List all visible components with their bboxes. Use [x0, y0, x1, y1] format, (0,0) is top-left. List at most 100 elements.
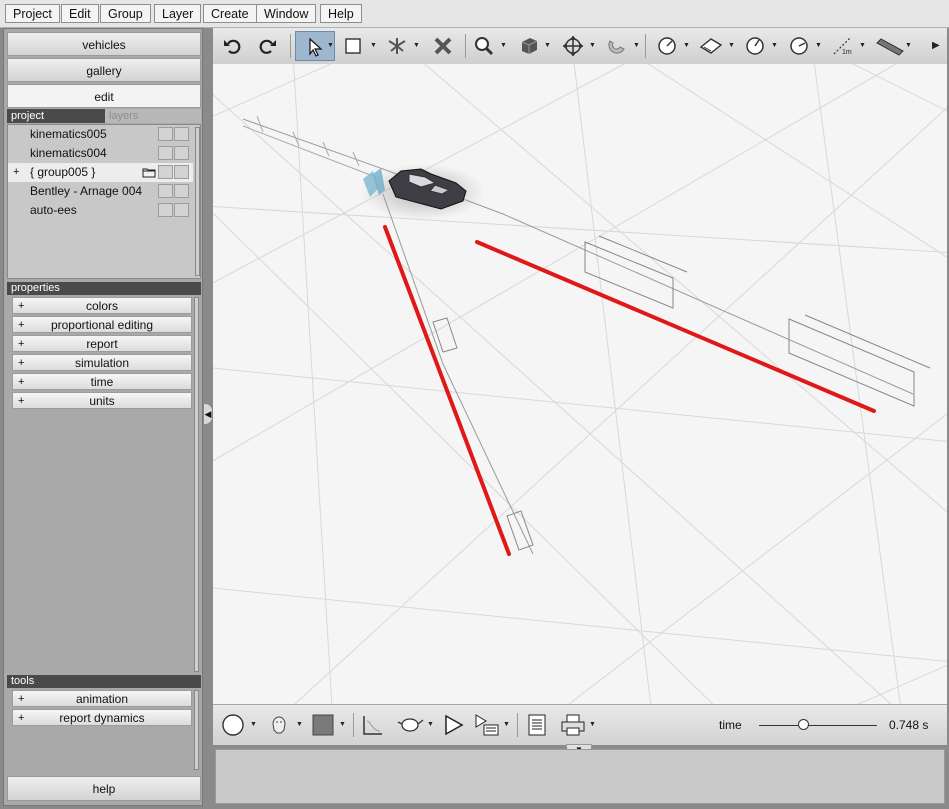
item-label: { group005 }: [30, 165, 96, 179]
tools-scrollbar[interactable]: [194, 690, 199, 770]
lock-cell[interactable]: [174, 146, 189, 160]
units-button[interactable]: + units: [12, 392, 192, 409]
list-item[interactable]: kinematics005: [8, 125, 193, 144]
plus-icon: +: [18, 319, 25, 331]
time-slider-track[interactable]: [759, 725, 877, 726]
chevron-down-icon[interactable]: ▼: [728, 31, 736, 61]
help-button[interactable]: help: [7, 776, 201, 801]
menu-window[interactable]: Window: [256, 4, 317, 23]
head-icon[interactable]: [265, 710, 293, 740]
toolbar-divider: [465, 34, 466, 58]
redo-icon[interactable]: [254, 31, 282, 61]
menu-help[interactable]: Help: [320, 4, 362, 23]
move-icon[interactable]: [559, 31, 587, 61]
tab-project[interactable]: project: [7, 109, 105, 123]
chevron-down-icon[interactable]: ▼: [589, 710, 597, 740]
project-scrollbar[interactable]: [195, 127, 200, 276]
chevron-down-icon[interactable]: ▼: [589, 31, 597, 61]
prop-label: time: [90, 375, 114, 389]
3d-viewport[interactable]: [213, 64, 947, 704]
car-model[interactable]: [361, 164, 485, 220]
item-label: auto-ees: [30, 203, 77, 217]
angle2-icon[interactable]: [785, 31, 813, 61]
circle-icon[interactable]: [219, 710, 247, 740]
chevron-down-icon[interactable]: ▼: [427, 710, 435, 740]
lock-cell[interactable]: [174, 203, 189, 217]
color-swatch-icon[interactable]: [309, 710, 337, 740]
lock-cell[interactable]: [174, 184, 189, 198]
chevron-down-icon[interactable]: ▼: [250, 710, 258, 740]
list-item[interactable]: kinematics004: [8, 144, 193, 163]
play-icon[interactable]: [439, 710, 467, 740]
ruler-icon[interactable]: [873, 31, 907, 61]
proportional-editing-button[interactable]: + proportional editing: [12, 316, 192, 333]
rectangle-icon[interactable]: [339, 31, 367, 61]
visibility-cell[interactable]: [158, 127, 173, 141]
chevron-down-icon[interactable]: ▼: [683, 31, 691, 61]
item-label: kinematics004: [30, 146, 107, 160]
visibility-cell[interactable]: [158, 146, 173, 160]
chevron-down-icon[interactable]: ▼: [296, 710, 304, 740]
plus-icon: +: [18, 693, 25, 705]
chevron-down-icon[interactable]: ▼: [500, 31, 508, 61]
measure-circle-icon[interactable]: [653, 31, 681, 61]
visibility-cell[interactable]: [158, 203, 173, 217]
menu-create[interactable]: Create: [203, 4, 257, 23]
chevron-down-icon[interactable]: ▼: [815, 31, 823, 61]
trajectory-guides: [242, 115, 914, 555]
chevron-down-icon[interactable]: ▼: [503, 710, 511, 740]
teapot-icon[interactable]: [393, 710, 427, 740]
distance-1m-icon[interactable]: 1m: [829, 31, 857, 61]
transform-icon[interactable]: [383, 31, 411, 61]
chevron-down-icon[interactable]: ▼: [905, 31, 913, 61]
graph-icon[interactable]: [359, 710, 387, 740]
animation-button[interactable]: + animation: [12, 690, 192, 707]
menu-layer[interactable]: Layer: [154, 4, 202, 23]
menu-edit[interactable]: Edit: [61, 4, 99, 23]
collapse-panel-handle[interactable]: ◀: [203, 403, 213, 425]
cube-view-icon[interactable]: [515, 31, 543, 61]
simulation-button[interactable]: + simulation: [12, 354, 192, 371]
tab-layers[interactable]: layers: [105, 109, 201, 123]
magnet-icon[interactable]: [604, 31, 632, 61]
edit-button[interactable]: edit: [7, 84, 201, 108]
expand-toggle[interactable]: +: [13, 163, 23, 182]
lock-cell[interactable]: [174, 127, 189, 141]
play-list-icon[interactable]: [473, 710, 501, 740]
time-button[interactable]: + time: [12, 373, 192, 390]
list-item[interactable]: Bentley - Arnage 004: [8, 182, 193, 201]
chevron-down-icon[interactable]: ▼: [633, 31, 641, 61]
list-item[interactable]: + { group005 }: [8, 163, 193, 182]
list-item[interactable]: auto-ees: [8, 201, 193, 220]
chevron-down-icon[interactable]: ▼: [413, 31, 421, 61]
lock-cell[interactable]: [174, 165, 189, 179]
undo-icon[interactable]: [218, 31, 246, 61]
report-page-icon[interactable]: [523, 710, 551, 740]
scene-canvas[interactable]: [213, 64, 947, 704]
time-slider-handle[interactable]: [798, 719, 810, 730]
properties-scrollbar[interactable]: [194, 297, 199, 672]
menu-project[interactable]: Project: [5, 4, 60, 23]
chevron-down-icon[interactable]: ▼: [771, 31, 779, 61]
report-button[interactable]: + report: [12, 335, 192, 352]
chevron-down-icon[interactable]: ▼: [370, 31, 378, 61]
chevron-down-icon[interactable]: ▼: [544, 31, 552, 61]
prop-label: simulation: [74, 356, 130, 370]
chevron-down-icon[interactable]: ▼: [327, 31, 335, 61]
visibility-cell[interactable]: [158, 184, 173, 198]
chevron-down-icon[interactable]: ▼: [339, 710, 347, 740]
plus-icon: +: [18, 338, 25, 350]
surface-icon[interactable]: [697, 31, 725, 61]
report-dynamics-button[interactable]: + report dynamics: [12, 709, 192, 726]
printer-icon[interactable]: [559, 710, 587, 740]
chevron-down-icon[interactable]: ▼: [859, 31, 867, 61]
zoom-icon[interactable]: [470, 31, 498, 61]
colors-button[interactable]: + colors: [12, 297, 192, 314]
menu-group[interactable]: Group: [100, 4, 151, 23]
gallery-button[interactable]: gallery: [7, 58, 201, 82]
delete-x-icon[interactable]: [429, 31, 457, 61]
visibility-cell[interactable]: [158, 165, 173, 179]
vehicles-button[interactable]: vehicles: [7, 32, 201, 56]
chevron-right-icon[interactable]: ▶: [932, 31, 940, 61]
angle-icon[interactable]: [741, 31, 769, 61]
